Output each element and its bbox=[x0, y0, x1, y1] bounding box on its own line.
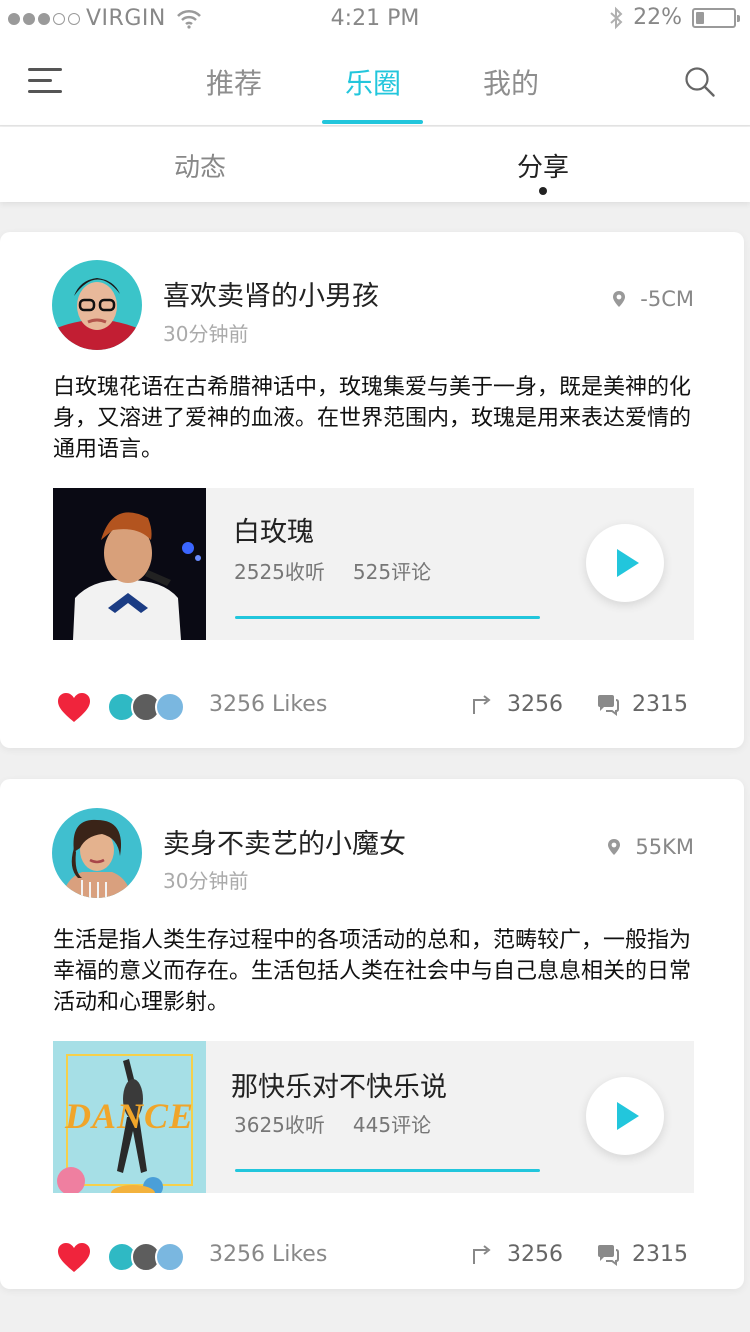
top-nav: 推荐 乐圈 我的 bbox=[0, 40, 750, 126]
location: -5CM bbox=[612, 287, 694, 311]
song-stats: 2525收听 525评论 bbox=[234, 556, 431, 585]
post-actions: 3256 Likes 3256 2315 bbox=[0, 688, 744, 728]
song-title: 那快乐对不快乐说 bbox=[231, 1072, 447, 1103]
username[interactable]: 卖身不卖艺的小魔女 bbox=[163, 822, 406, 861]
search-icon[interactable] bbox=[684, 66, 716, 98]
heart-icon[interactable] bbox=[57, 692, 91, 724]
avatar bbox=[155, 692, 185, 722]
share-count: 3256 bbox=[507, 692, 563, 717]
heart-icon[interactable] bbox=[57, 1242, 91, 1274]
tab-music-circle[interactable]: 乐圈 bbox=[318, 62, 428, 102]
share-icon[interactable] bbox=[471, 1244, 493, 1266]
song-cover bbox=[53, 488, 206, 640]
subtab-share[interactable]: 分享 bbox=[483, 147, 603, 184]
liker-avatars[interactable] bbox=[107, 1242, 187, 1272]
battery-percent: 22% bbox=[633, 5, 682, 30]
location-pin-icon bbox=[608, 839, 621, 855]
listen-count: 3625收听 bbox=[234, 1113, 325, 1137]
share-icon[interactable] bbox=[471, 694, 493, 716]
active-tab-indicator bbox=[322, 120, 423, 124]
cover-title: DANCE bbox=[64, 1096, 195, 1136]
liker-avatars[interactable] bbox=[107, 692, 187, 722]
post-text: 生活是指人类生存过程中的各项活动的总和，范畴较广，一般指为幸福的意义而存在。生活… bbox=[53, 928, 692, 1015]
likes-count: 3256 Likes bbox=[209, 1242, 328, 1267]
post-card[interactable]: 卖身不卖艺的小魔女 30分钟前 55KM 生活是指人类生存过程中的各项活动的总和… bbox=[0, 779, 744, 1289]
listen-count: 2525收听 bbox=[234, 560, 325, 584]
play-button[interactable] bbox=[586, 1077, 664, 1155]
menu-icon[interactable] bbox=[28, 68, 62, 94]
comment-icon[interactable] bbox=[596, 1244, 620, 1266]
play-button[interactable] bbox=[586, 524, 664, 602]
song-stats: 3625收听 445评论 bbox=[234, 1109, 431, 1138]
post-time: 30分钟前 bbox=[163, 869, 249, 893]
avatar[interactable] bbox=[52, 808, 142, 898]
song-cover: DANCE bbox=[53, 1041, 206, 1193]
battery-icon bbox=[692, 7, 740, 28]
status-bar: VIRGIN 4:21 PM 22% bbox=[0, 0, 750, 40]
song-card[interactable]: DANCE 那快乐对不快乐说 3625收听 445评论 bbox=[53, 1041, 694, 1193]
comment-count: 2315 bbox=[632, 692, 688, 717]
location-pin-icon bbox=[613, 291, 626, 307]
comment-count: 2315 bbox=[632, 1242, 688, 1267]
comment-total: 525评论 bbox=[352, 560, 432, 584]
post-actions: 3256 Likes 3256 2315 bbox=[0, 1238, 744, 1278]
progress-bar[interactable] bbox=[235, 1169, 540, 1172]
username[interactable]: 喜欢卖肾的小男孩 bbox=[163, 274, 379, 313]
distance: 55KM bbox=[635, 835, 694, 859]
post-time: 30分钟前 bbox=[163, 322, 249, 346]
comment-total: 445评论 bbox=[352, 1113, 432, 1137]
likes-count: 3256 Likes bbox=[209, 692, 328, 717]
comment-icon[interactable] bbox=[596, 694, 620, 716]
bluetooth-icon bbox=[610, 6, 623, 29]
avatar[interactable] bbox=[52, 260, 142, 350]
post-card[interactable]: 喜欢卖肾的小男孩 30分钟前 -5CM 白玫瑰花语在古希腊神话中，玫瑰集爱与美于… bbox=[0, 232, 744, 748]
tab-recommend[interactable]: 推荐 bbox=[179, 62, 289, 102]
song-title: 白玫瑰 bbox=[233, 517, 314, 548]
post-text: 白玫瑰花语在古希腊神话中，玫瑰集爱与美于一身，既是美神的化身，又溶进了爱神的血液… bbox=[53, 375, 692, 462]
progress-bar[interactable] bbox=[235, 616, 540, 619]
distance: -5CM bbox=[640, 287, 694, 311]
share-count: 3256 bbox=[507, 1242, 563, 1267]
active-subtab-indicator bbox=[539, 187, 547, 195]
sub-nav: 动态 分享 bbox=[0, 127, 750, 202]
avatar bbox=[155, 1242, 185, 1272]
location: 55KM bbox=[607, 835, 694, 859]
tab-mine[interactable]: 我的 bbox=[456, 62, 566, 102]
song-card[interactable]: 白玫瑰 2525收听 525评论 bbox=[53, 488, 694, 640]
subtab-feed[interactable]: 动态 bbox=[140, 147, 260, 184]
